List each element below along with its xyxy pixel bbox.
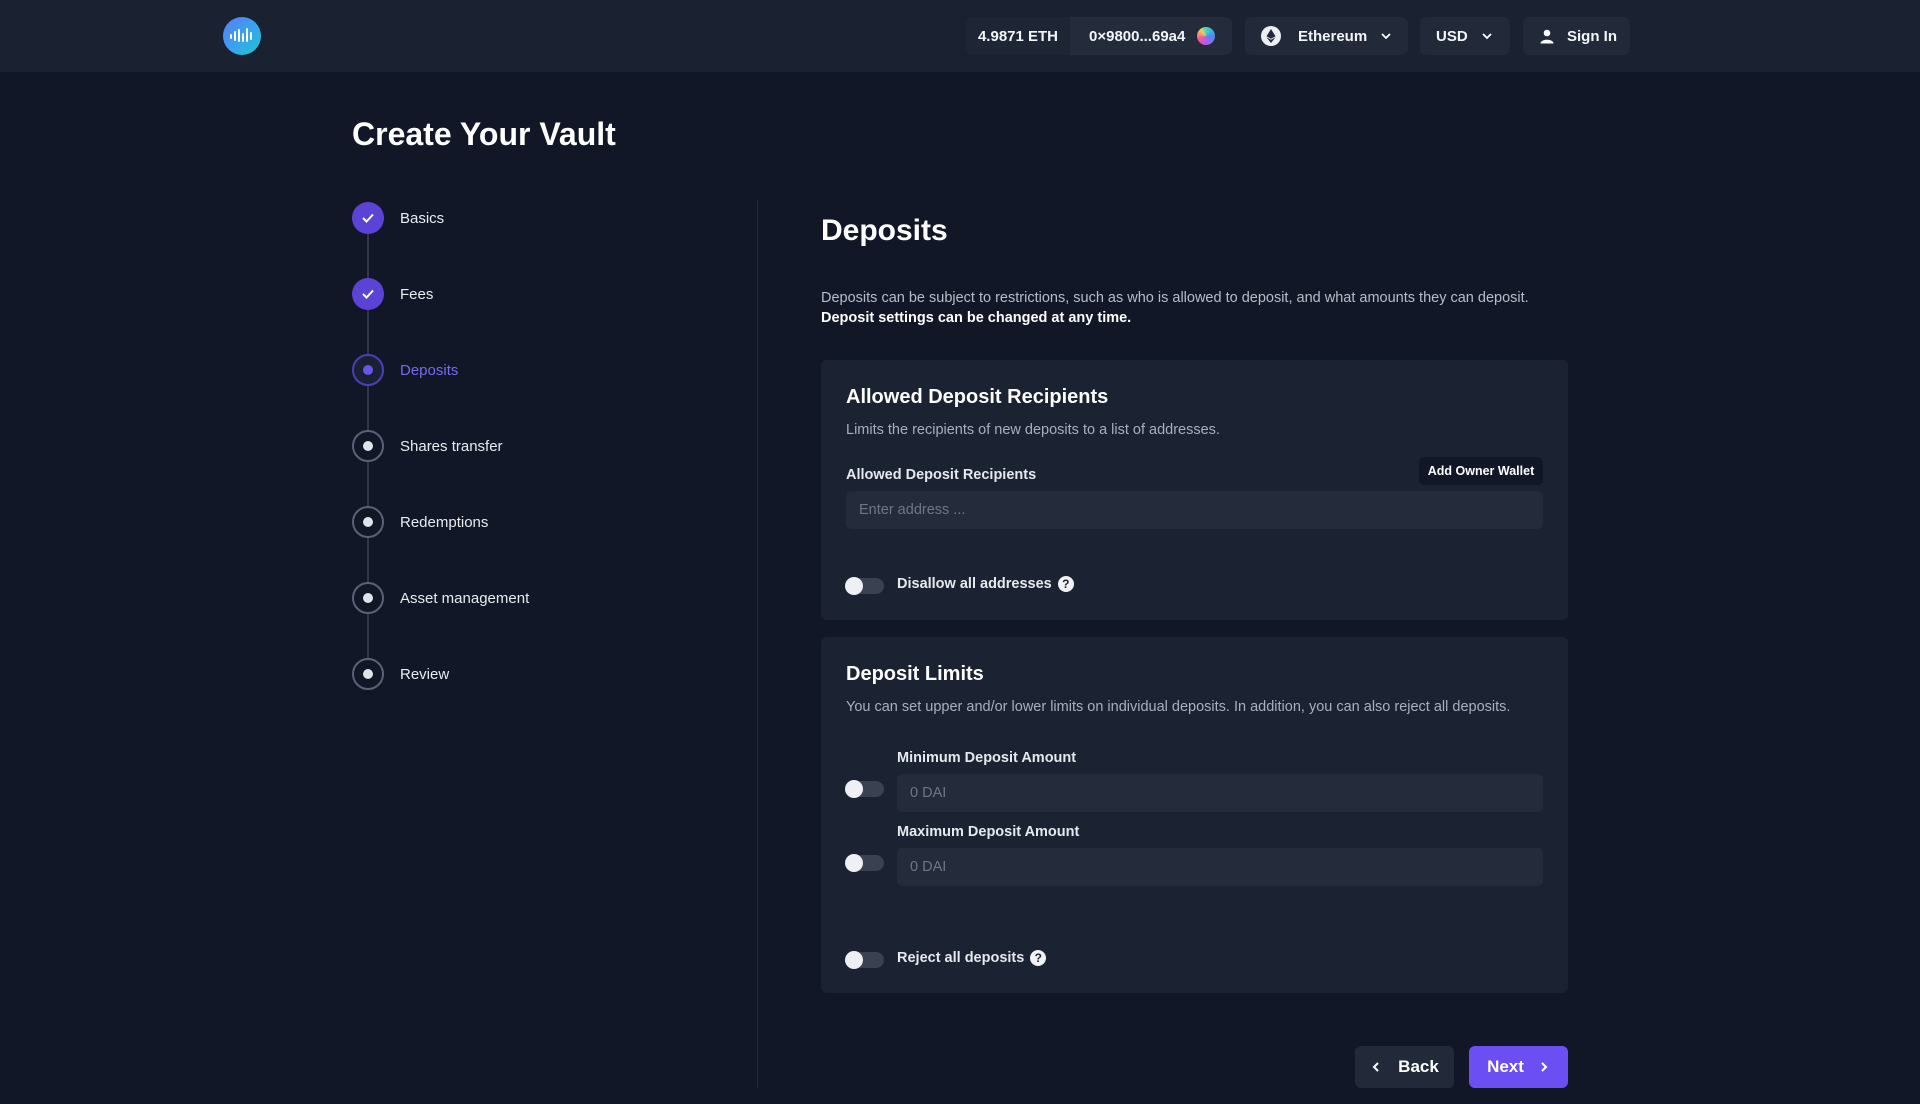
wallet-address-button[interactable]: 0×9800...69a4	[1070, 17, 1232, 55]
chevron-right-icon	[1541, 1062, 1548, 1072]
step-label: Fees	[400, 285, 434, 303]
step-label: Basics	[400, 209, 445, 227]
card-subtitle: You can set upper and/or lower limits on…	[846, 699, 1511, 715]
step-pending-indicator	[352, 582, 384, 614]
next-label: Next	[1487, 1057, 1524, 1076]
column-divider	[757, 200, 758, 1088]
step-asset-management[interactable]: Asset management	[352, 582, 529, 614]
network-label: Ethereum	[1298, 27, 1368, 45]
step-current-indicator	[352, 354, 384, 386]
section-description: Deposits can be subject to restrictions,…	[821, 288, 1621, 328]
step-pending-indicator	[352, 658, 384, 690]
wallet-address-text: 0×9800...69a4	[1089, 27, 1186, 45]
page-title: Create Your Vault	[352, 116, 616, 152]
card-title: Allowed Deposit Recipients	[846, 386, 1109, 408]
reject-all-toggle[interactable]	[845, 951, 884, 969]
sign-in-button[interactable]: Sign In	[1523, 17, 1630, 55]
step-deposits[interactable]: Deposits	[352, 354, 458, 386]
step-shares-transfer[interactable]: Shares transfer	[352, 430, 503, 462]
eth-balance[interactable]: 4.9871 ETH	[966, 17, 1070, 55]
sign-in-label: Sign In	[1567, 27, 1617, 45]
step-pending-indicator	[352, 506, 384, 538]
step-label: Shares transfer	[400, 437, 503, 455]
check-icon	[362, 289, 374, 299]
eth-balance-text: 4.9871 ETH	[977, 27, 1059, 45]
help-icon[interactable]: ?	[1057, 576, 1074, 592]
section-description-text: Deposits can be subject to restrictions,…	[821, 290, 1529, 306]
section-title: Deposits	[821, 214, 948, 247]
wallet-avatar-icon	[1197, 27, 1216, 45]
step-pending-indicator	[352, 430, 384, 462]
step-fees[interactable]: Fees	[352, 278, 433, 310]
step-redemptions[interactable]: Redemptions	[352, 506, 488, 538]
step-label: Review	[400, 665, 450, 683]
disallow-all-text: Disallow all addresses	[897, 576, 1052, 592]
step-review[interactable]: Review	[352, 658, 449, 690]
step-basics[interactable]: Basics	[352, 202, 444, 234]
help-icon[interactable]: ?	[1030, 950, 1047, 966]
allowed-recipients-card: Allowed Deposit Recipients Limits the re…	[821, 360, 1568, 620]
check-icon	[362, 213, 374, 223]
next-button[interactable]: Next	[1469, 1046, 1568, 1088]
recipients-field-label: Allowed Deposit Recipients	[846, 467, 1037, 483]
back-button[interactable]: Back	[1355, 1046, 1454, 1088]
step-completed-indicator	[352, 202, 384, 234]
network-selector[interactable]: Ethereum	[1245, 17, 1408, 55]
deposit-limits-card: Deposit Limits You can set upper and/or …	[821, 637, 1568, 993]
waveform-logo-icon[interactable]	[223, 17, 261, 55]
card-subtitle: Limits the recipients of new deposits to…	[846, 422, 1220, 438]
min-deposit-input[interactable]	[897, 774, 1543, 812]
reject-all-text: Reject all deposits	[897, 950, 1025, 966]
section-description-bold: Deposit settings can be changed at any t…	[821, 310, 1132, 326]
user-icon	[1540, 29, 1554, 44]
top-navigation-bar: 4.9871 ETH 0×9800...69a4 Ethereum USD Si…	[0, 0, 1920, 72]
step-label: Redemptions	[400, 513, 489, 531]
disallow-all-toggle[interactable]	[845, 577, 884, 595]
reject-all-label: Reject all deposits ?	[897, 950, 1047, 966]
back-label: Back	[1398, 1057, 1439, 1076]
card-title: Deposit Limits	[846, 663, 984, 685]
max-deposit-label: Maximum Deposit Amount	[897, 824, 1080, 840]
chevron-down-icon	[1482, 33, 1492, 40]
currency-selector[interactable]: USD	[1420, 17, 1510, 55]
step-completed-indicator	[352, 278, 384, 310]
min-deposit-label: Minimum Deposit Amount	[897, 750, 1077, 766]
step-label: Asset management	[400, 589, 530, 607]
chevron-down-icon	[1381, 33, 1391, 40]
chevron-left-icon	[1372, 1062, 1379, 1072]
max-deposit-toggle[interactable]	[845, 854, 884, 872]
recipient-address-input[interactable]	[846, 491, 1543, 529]
add-owner-wallet-button[interactable]: Add Owner Wallet	[1419, 457, 1543, 485]
max-deposit-input[interactable]	[897, 848, 1543, 886]
disallow-all-label: Disallow all addresses ?	[897, 576, 1074, 592]
min-deposit-toggle[interactable]	[845, 780, 884, 798]
ethereum-icon	[1261, 26, 1281, 46]
currency-label: USD	[1436, 27, 1468, 45]
step-label: Deposits	[400, 361, 459, 379]
